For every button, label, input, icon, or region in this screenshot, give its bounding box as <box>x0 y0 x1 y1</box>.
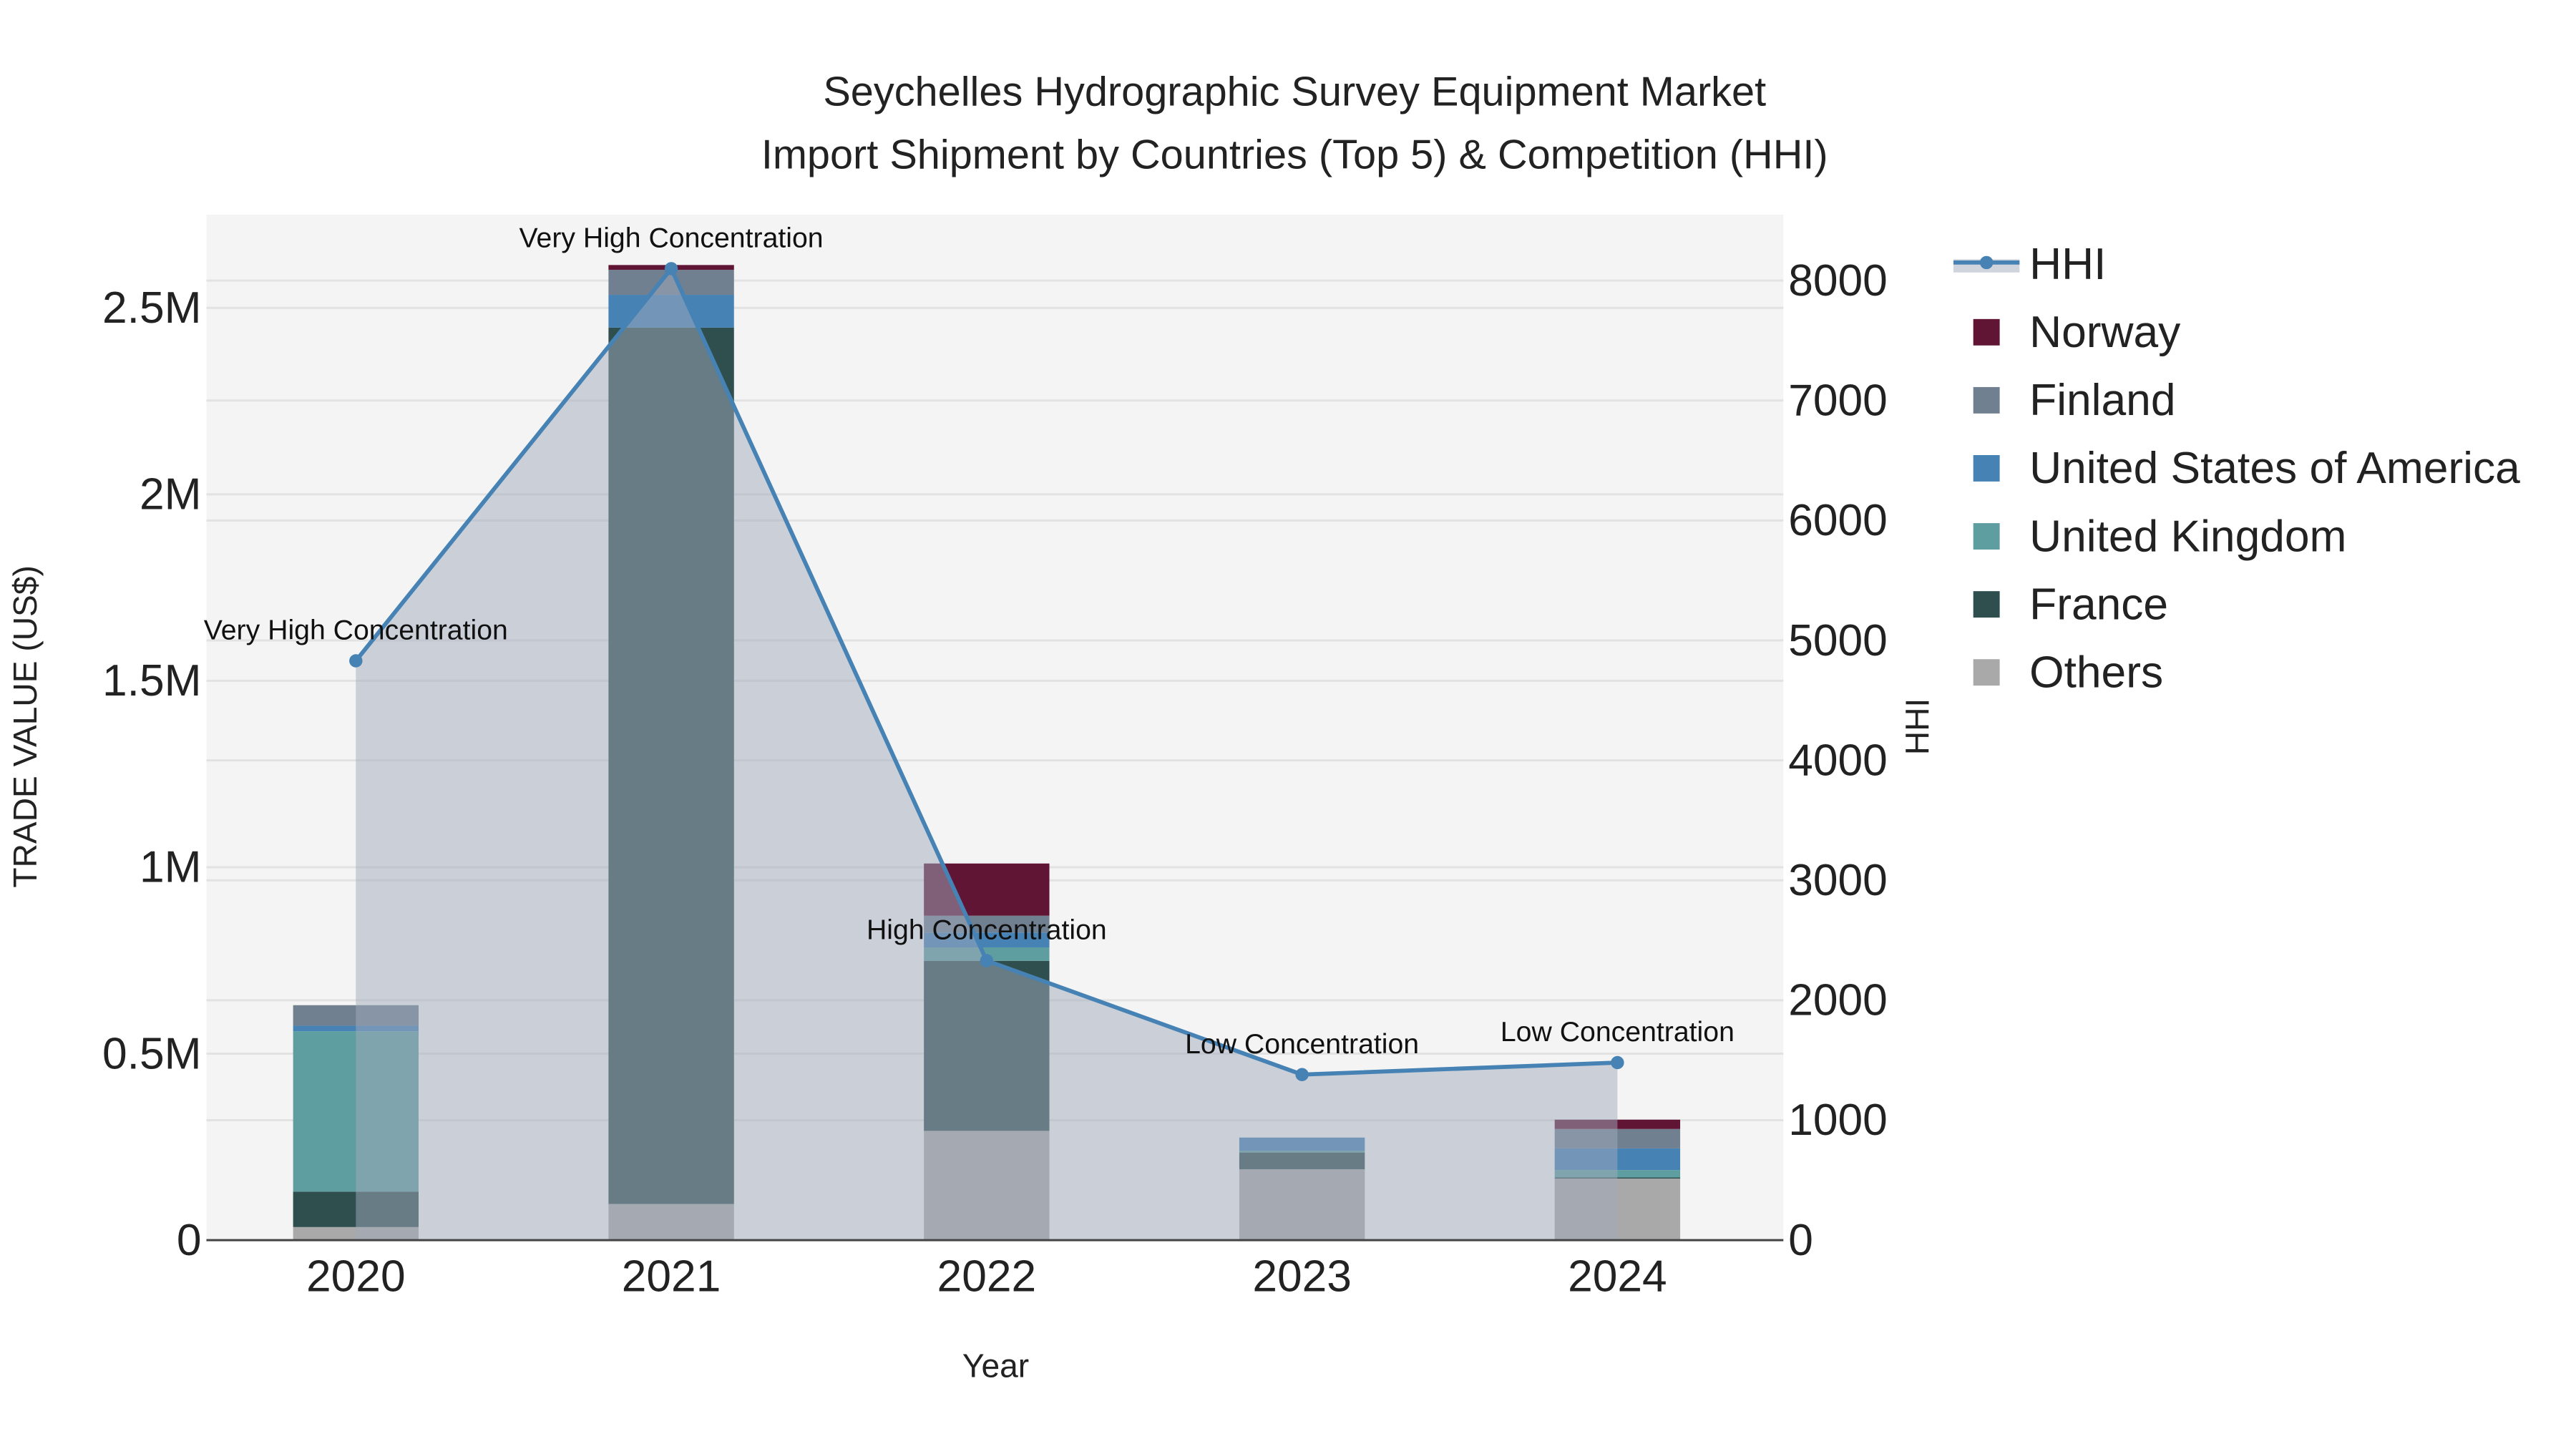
legend-swatch <box>1973 659 2000 686</box>
legend-label: HHI <box>2029 240 2106 289</box>
y2-tick-label: 4000 <box>1788 736 1888 785</box>
hhi-annotation: Very High Concentration <box>519 222 824 253</box>
legend-label: Finland <box>2029 376 2175 425</box>
y2-tick-label: 0 <box>1788 1216 1813 1265</box>
hhi-marker <box>664 262 678 275</box>
legend-swatch <box>1973 591 2000 618</box>
legend-swatch <box>1973 523 2000 550</box>
y-tick-label: 1M <box>140 843 202 892</box>
y2-tick-label: 3000 <box>1788 856 1888 905</box>
hhi-annotation: High Concentration <box>867 914 1107 946</box>
x-tick-label: 2020 <box>306 1252 406 1302</box>
legend-item-france: France <box>1973 580 2168 629</box>
legend-label: Others <box>2029 648 2163 697</box>
legend-item-others: Others <box>1973 648 2163 697</box>
legend-swatch <box>1973 386 2000 414</box>
x-tick-label: 2024 <box>1568 1252 1667 1302</box>
chart: Very High Concentration Very High Concent… <box>6 69 2520 1385</box>
legend-label: France <box>2029 580 2168 629</box>
y2-tick-label: 8000 <box>1788 256 1888 306</box>
legend-item-united-kingdom: United Kingdom <box>1973 512 2346 561</box>
legend: HHI Norway Finland United States of America… <box>1953 240 2520 697</box>
legend-swatch <box>1973 318 2000 346</box>
y-tick-label: 0 <box>177 1216 202 1265</box>
legend-swatch <box>1973 455 2000 482</box>
x-axis-title: Year <box>962 1347 1029 1385</box>
legend-hhi-marker <box>1979 255 1994 270</box>
x-tick-label: 2022 <box>937 1252 1037 1302</box>
chart-title-line2: Import Shipment by Countries (Top 5) & C… <box>761 132 1828 177</box>
y2-tick-label: 6000 <box>1788 496 1888 545</box>
y2-tick-label: 5000 <box>1788 616 1888 665</box>
hhi-marker <box>980 954 994 967</box>
y-tick-label: 2M <box>140 470 202 519</box>
legend-label: United States of America <box>2029 444 2520 493</box>
y-tick-label: 0.5M <box>102 1029 202 1078</box>
legend-item-norway: Norway <box>1973 308 2181 357</box>
y-axis-title: TRADE VALUE (US$) <box>6 565 44 887</box>
y2-tick-label: 2000 <box>1788 976 1888 1025</box>
legend-item-united-states-of-america: United States of America <box>1973 444 2520 493</box>
y2-tick-label: 7000 <box>1788 376 1888 426</box>
chart-title-line1: Seychelles Hydrographic Survey Equipment… <box>823 69 1766 115</box>
hhi-annotation: Low Concentration <box>1501 1016 1735 1048</box>
legend-label: Norway <box>2029 308 2181 357</box>
y-tick-label: 2.5M <box>102 283 202 333</box>
legend-item-finland: Finland <box>1973 376 2175 425</box>
hhi-annotation: Low Concentration <box>1185 1028 1419 1060</box>
x-tick-label: 2023 <box>1252 1252 1352 1302</box>
y2-axis-title: HHI <box>1898 698 1936 755</box>
hhi-marker <box>1295 1068 1309 1082</box>
x-tick-label: 2021 <box>622 1252 721 1302</box>
legend-label: United Kingdom <box>2029 512 2346 561</box>
y-tick-label: 1.5M <box>102 656 202 706</box>
hhi-marker <box>1611 1055 1624 1070</box>
hhi-marker <box>349 654 363 668</box>
legend-item-hhi: HHI <box>1953 240 2106 289</box>
hhi-annotation: Very High Concentration <box>204 615 508 646</box>
y2-tick-label: 1000 <box>1788 1096 1888 1145</box>
